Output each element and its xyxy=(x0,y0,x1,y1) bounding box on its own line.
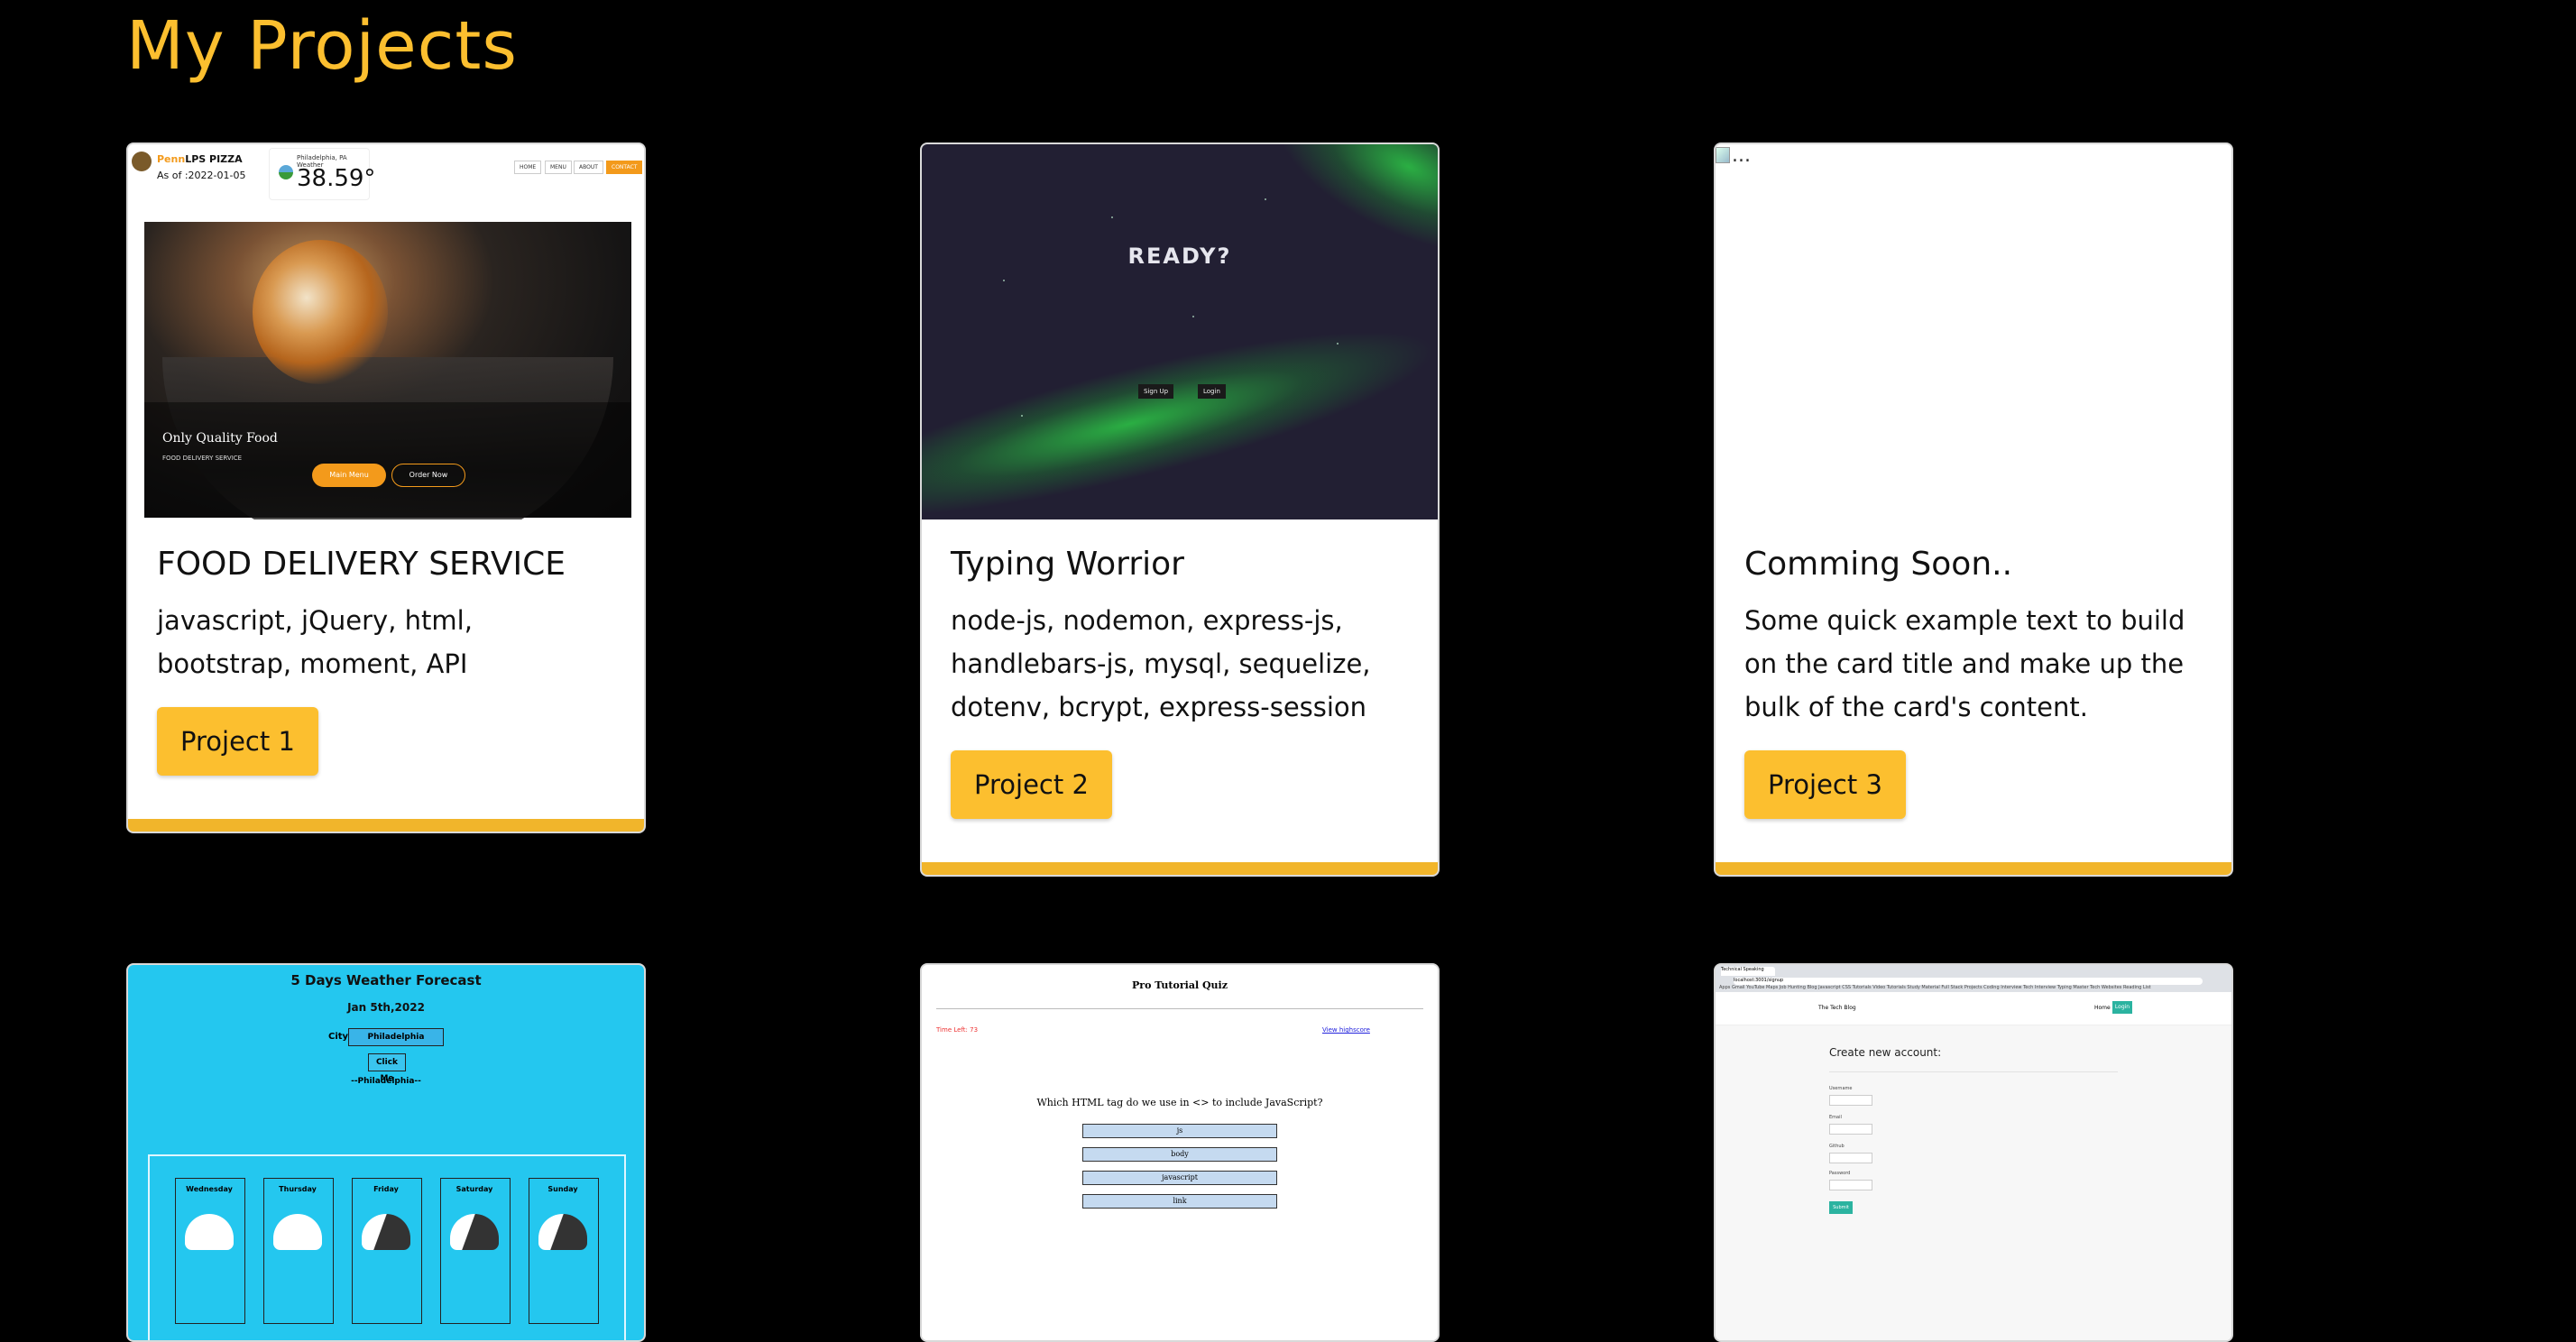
star xyxy=(1021,415,1023,417)
time-left: Time Left: 73 xyxy=(936,1026,979,1034)
project-card-2: READY? Sign Up Login Typing Worrior node… xyxy=(920,142,1440,877)
quiz-option: body xyxy=(1082,1147,1277,1162)
city-result: --Philadelphia-- xyxy=(351,1077,421,1086)
card-title: FOOD DELIVERY SERVICE xyxy=(157,546,566,583)
broken-image-icon xyxy=(1716,147,1730,163)
weather-widget: Philadelphia, PA Weather 38.59° xyxy=(269,148,375,200)
star xyxy=(1111,216,1113,218)
quiz-question: Which HTML tag do we use in <> to includ… xyxy=(1036,1097,1323,1108)
home-link: Home xyxy=(2094,1005,2111,1011)
project-2-screenshot[interactable]: READY? Sign Up Login xyxy=(922,144,1438,519)
pizza-brand: PennLPS PIZZA xyxy=(157,153,243,165)
nav-contact: CONTACT xyxy=(606,161,643,174)
card-text: javascript, jQuery, html, bootstrap, mom… xyxy=(157,605,473,679)
card-bottom-bar xyxy=(1716,862,2231,875)
pizza-logo-icon xyxy=(132,152,152,171)
submit-button: Submit xyxy=(1829,1201,1853,1214)
day-box xyxy=(263,1178,334,1324)
quiz-option: js xyxy=(1082,1124,1277,1138)
project-3-button[interactable]: Project 3 xyxy=(1744,750,1906,819)
nav-home: HOME xyxy=(514,161,542,174)
forecast-date: Jan 5th,2022 xyxy=(347,1001,425,1014)
star xyxy=(1003,280,1005,281)
card-text: Some quick example text to build on the … xyxy=(1744,605,2185,722)
nav-menu: MENU xyxy=(545,161,572,174)
star xyxy=(1337,343,1339,345)
ready-heading: READY? xyxy=(1127,244,1232,269)
broken-image: ... xyxy=(1716,144,1751,167)
quiz-option: javascript xyxy=(1082,1171,1277,1185)
project-3-screenshot[interactable]: ... xyxy=(1716,144,2231,519)
email-field xyxy=(1829,1124,1872,1135)
browser-tab: Technical Speaking xyxy=(1721,967,1775,976)
day-name: Wednesday xyxy=(186,1185,233,1193)
sign-up-button: Sign Up xyxy=(1138,384,1174,399)
hero-subtext: FOOD DELIVERY SERVICE xyxy=(162,455,243,462)
github-field xyxy=(1829,1153,1872,1163)
field-label: Username xyxy=(1829,1086,1853,1091)
project-1-button[interactable]: Project 1 xyxy=(157,707,318,776)
food-image xyxy=(253,240,388,384)
quiz-title: Pro Tutorial Quiz xyxy=(1132,979,1228,991)
hero-text: Only Quality Food xyxy=(162,431,278,446)
star xyxy=(1192,316,1194,317)
forecast-title: 5 Days Weather Forecast xyxy=(290,972,482,988)
hero-image: Only Quality Food FOOD DELIVERY SERVICE … xyxy=(144,222,631,519)
globe-icon xyxy=(279,165,293,179)
project-4-screenshot[interactable]: 5 Days Weather Forecast Jan 5th,2022 Cit… xyxy=(128,965,644,1340)
temperature: 38.59° xyxy=(297,165,376,192)
card-text: node-js, nodemon, express-js, handlebars… xyxy=(951,605,1371,722)
blog-navbar xyxy=(1716,992,2231,1025)
login-button: Login xyxy=(1198,384,1226,399)
project-1-screenshot[interactable]: PennLPS PIZZA As of :2022-01-05 Philadel… xyxy=(128,144,644,519)
card-title: Comming Soon.. xyxy=(1744,546,2013,583)
address-bar: localhost:3001/signup xyxy=(1734,978,2203,985)
login-button: Login xyxy=(2112,1001,2132,1014)
signup-heading: Create new account: xyxy=(1829,1046,1942,1059)
day-name: Sunday xyxy=(547,1185,578,1193)
project-card-4: 5 Days Weather Forecast Jan 5th,2022 Cit… xyxy=(126,963,646,1342)
day-box xyxy=(440,1178,511,1324)
username-field xyxy=(1829,1095,1872,1106)
project-card-3: ... Comming Soon.. Some quick example te… xyxy=(1714,142,2233,877)
click-me-button: Click Me xyxy=(368,1053,406,1083)
blog-name: The Tech Blog xyxy=(1818,1005,1856,1011)
day-box xyxy=(529,1178,599,1324)
field-label: Github xyxy=(1829,1144,1845,1149)
view-highscore-link: View highscore xyxy=(1322,1026,1370,1034)
card-bottom-bar xyxy=(922,862,1438,875)
star xyxy=(1265,198,1266,200)
order-now-button: Order Now xyxy=(391,464,465,487)
field-label: Password xyxy=(1829,1171,1851,1176)
bookmarks-bar: Apps Gmail YouTube Maps Job Hunting Blog… xyxy=(1719,985,2151,990)
day-box xyxy=(175,1178,245,1324)
main-menu-button: Main Menu xyxy=(312,464,386,487)
quiz-option: link xyxy=(1082,1194,1277,1209)
project-6-screenshot[interactable]: Technical Speaking localhost:3001/signup… xyxy=(1716,965,2231,1340)
nav-about: ABOUT xyxy=(574,161,603,174)
project-2-button[interactable]: Project 2 xyxy=(951,750,1112,819)
project-card-1: PennLPS PIZZA As of :2022-01-05 Philadel… xyxy=(126,142,646,833)
divider xyxy=(1829,1071,2118,1072)
card-bottom-bar xyxy=(128,819,644,832)
day-box xyxy=(352,1178,422,1324)
project-card-6: Technical Speaking localhost:3001/signup… xyxy=(1714,963,2233,1342)
city-input: Philadelphia xyxy=(348,1028,444,1046)
divider xyxy=(936,1008,1423,1009)
day-name: Thursday xyxy=(279,1185,317,1193)
page-title: My Projects xyxy=(126,7,518,85)
day-name: Friday xyxy=(373,1185,399,1193)
browser-chrome: Technical Speaking localhost:3001/signup… xyxy=(1716,965,2231,992)
password-field xyxy=(1829,1180,1872,1190)
as-of-date: As of :2022-01-05 xyxy=(157,170,246,181)
card-title: Typing Worrior xyxy=(951,546,1184,583)
day-name: Saturday xyxy=(455,1185,493,1193)
field-label: Email xyxy=(1829,1115,1842,1120)
project-card-5: Pro Tutorial Quiz Time Left: 73 View hig… xyxy=(920,963,1440,1342)
project-5-screenshot[interactable]: Pro Tutorial Quiz Time Left: 73 View hig… xyxy=(922,965,1438,1340)
aurora-image xyxy=(922,295,1438,519)
